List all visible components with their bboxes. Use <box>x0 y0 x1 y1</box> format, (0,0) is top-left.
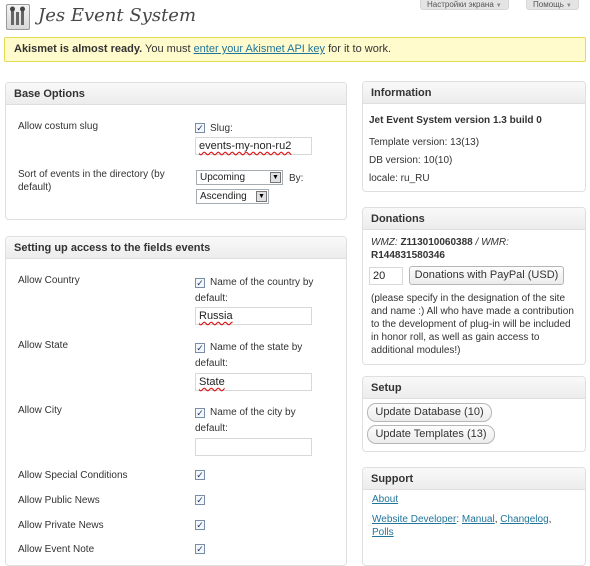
about-link[interactable]: About <box>372 494 398 505</box>
page-title: Jes Event System <box>38 5 197 26</box>
special-conditions-checkbox[interactable]: ✓ <box>195 470 205 480</box>
help-button[interactable]: Помощь ▼ <box>526 0 579 10</box>
paypal-donate-button[interactable]: Donations with PayPal (USD) <box>409 266 564 285</box>
allow-private-news-label: Allow Private News <box>18 520 104 531</box>
sort-events-label: Sort of events in the directory (by defa… <box>18 169 165 193</box>
notice-text-after: for it to work. <box>325 43 392 55</box>
private-news-checkbox[interactable]: ✓ <box>195 520 205 530</box>
slug-checkbox-label: Slug: <box>210 123 233 134</box>
wmr-value: R144831580346 <box>371 250 445 261</box>
update-templates-button[interactable]: Update Templates (13) <box>367 425 495 444</box>
support-links: Website Developer: Manual, Changelog, Po… <box>372 513 584 539</box>
allow-city-label: Allow City <box>18 405 62 416</box>
allow-public-news-label: Allow Public News <box>18 495 100 506</box>
public-news-checkbox[interactable]: ✓ <box>195 495 205 505</box>
allow-slug-label: Allow costum slug <box>18 121 99 132</box>
state-input[interactable]: State <box>195 373 312 391</box>
screen-options-button[interactable]: Настройки экрана ▼ <box>420 0 509 10</box>
wmz-label: WMZ: <box>371 237 398 248</box>
update-database-button[interactable]: Update Database (10) <box>367 403 492 422</box>
chevron-down-icon: ▼ <box>256 191 267 202</box>
event-note-checkbox[interactable]: ✓ <box>195 544 205 554</box>
slug-input[interactable]: events-my-non-ru2 <box>195 137 312 155</box>
changelog-link[interactable]: Changelog <box>500 514 548 525</box>
support-colon: : <box>456 514 460 525</box>
country-input[interactable]: Russia <box>195 307 312 325</box>
donations-note: (please specify in the designation of th… <box>371 293 574 356</box>
support-about: About <box>372 494 398 505</box>
by-label: By: <box>289 173 304 184</box>
plugin-logo-icon <box>6 4 30 30</box>
locale: locale: ru_RU <box>369 173 430 184</box>
akismet-notice: Akismet is almost ready. You must enter … <box>4 37 586 62</box>
notice-text-before: You must <box>142 43 194 55</box>
screen-options-label: Настройки экрана <box>427 0 494 9</box>
support-comma-1: , <box>494 514 498 525</box>
support-title: Support <box>363 468 585 490</box>
slug-checkbox[interactable]: ✓ <box>195 123 205 133</box>
order-select[interactable]: Ascending ▼ <box>196 189 269 204</box>
support-comma-2: , <box>548 514 552 525</box>
akismet-api-key-link[interactable]: enter your Akismet API key <box>194 43 325 55</box>
polls-link[interactable]: Polls <box>372 527 394 538</box>
chevron-down-icon: ▼ <box>565 3 572 9</box>
city-input[interactable] <box>195 438 312 456</box>
chevron-down-icon: ▼ <box>270 172 281 183</box>
wmz-value: Z113010060388 <box>400 237 473 248</box>
city-checkbox-label: Name of the city by default: <box>195 407 296 434</box>
plugin-version: Jet Event System version 1.3 build 0 <box>369 115 542 126</box>
allow-event-note-label: Allow Event Note <box>18 544 95 555</box>
sort-select[interactable]: Upcoming ▼ <box>196 170 283 185</box>
allow-country-label: Allow Country <box>18 275 80 286</box>
template-version: Template version: 13(13) <box>369 137 480 148</box>
access-fields-title: Setting up access to the fields events <box>6 237 346 259</box>
wallet-ids: WMZ: Z113010060388 / WMR: R144831580346 <box>371 236 581 262</box>
wmr-label: / WMR: <box>475 237 509 248</box>
db-version: DB version: 10(10) <box>369 155 453 166</box>
information-title: Information <box>363 82 585 104</box>
donations-title: Donations <box>363 208 585 230</box>
donation-amount-input[interactable]: 20 <box>369 267 403 285</box>
manual-link[interactable]: Manual <box>462 514 495 525</box>
help-label: Помощь <box>533 0 564 9</box>
notice-strong: Akismet is almost ready. <box>14 43 143 55</box>
chevron-down-icon: ▼ <box>495 3 502 9</box>
website-developer-link[interactable]: Website Developer <box>372 514 456 525</box>
sort-select-value: Upcoming <box>200 172 246 183</box>
base-options-title: Base Options <box>6 83 346 105</box>
order-select-value: Ascending <box>200 191 247 202</box>
allow-state-label: Allow State <box>18 340 69 351</box>
country-checkbox-label: Name of the country by default: <box>195 277 314 304</box>
allow-special-conditions-label: Allow Special Conditions <box>18 470 128 481</box>
state-checkbox-label: Name of the state by default: <box>195 342 303 369</box>
setup-title: Setup <box>363 377 585 399</box>
